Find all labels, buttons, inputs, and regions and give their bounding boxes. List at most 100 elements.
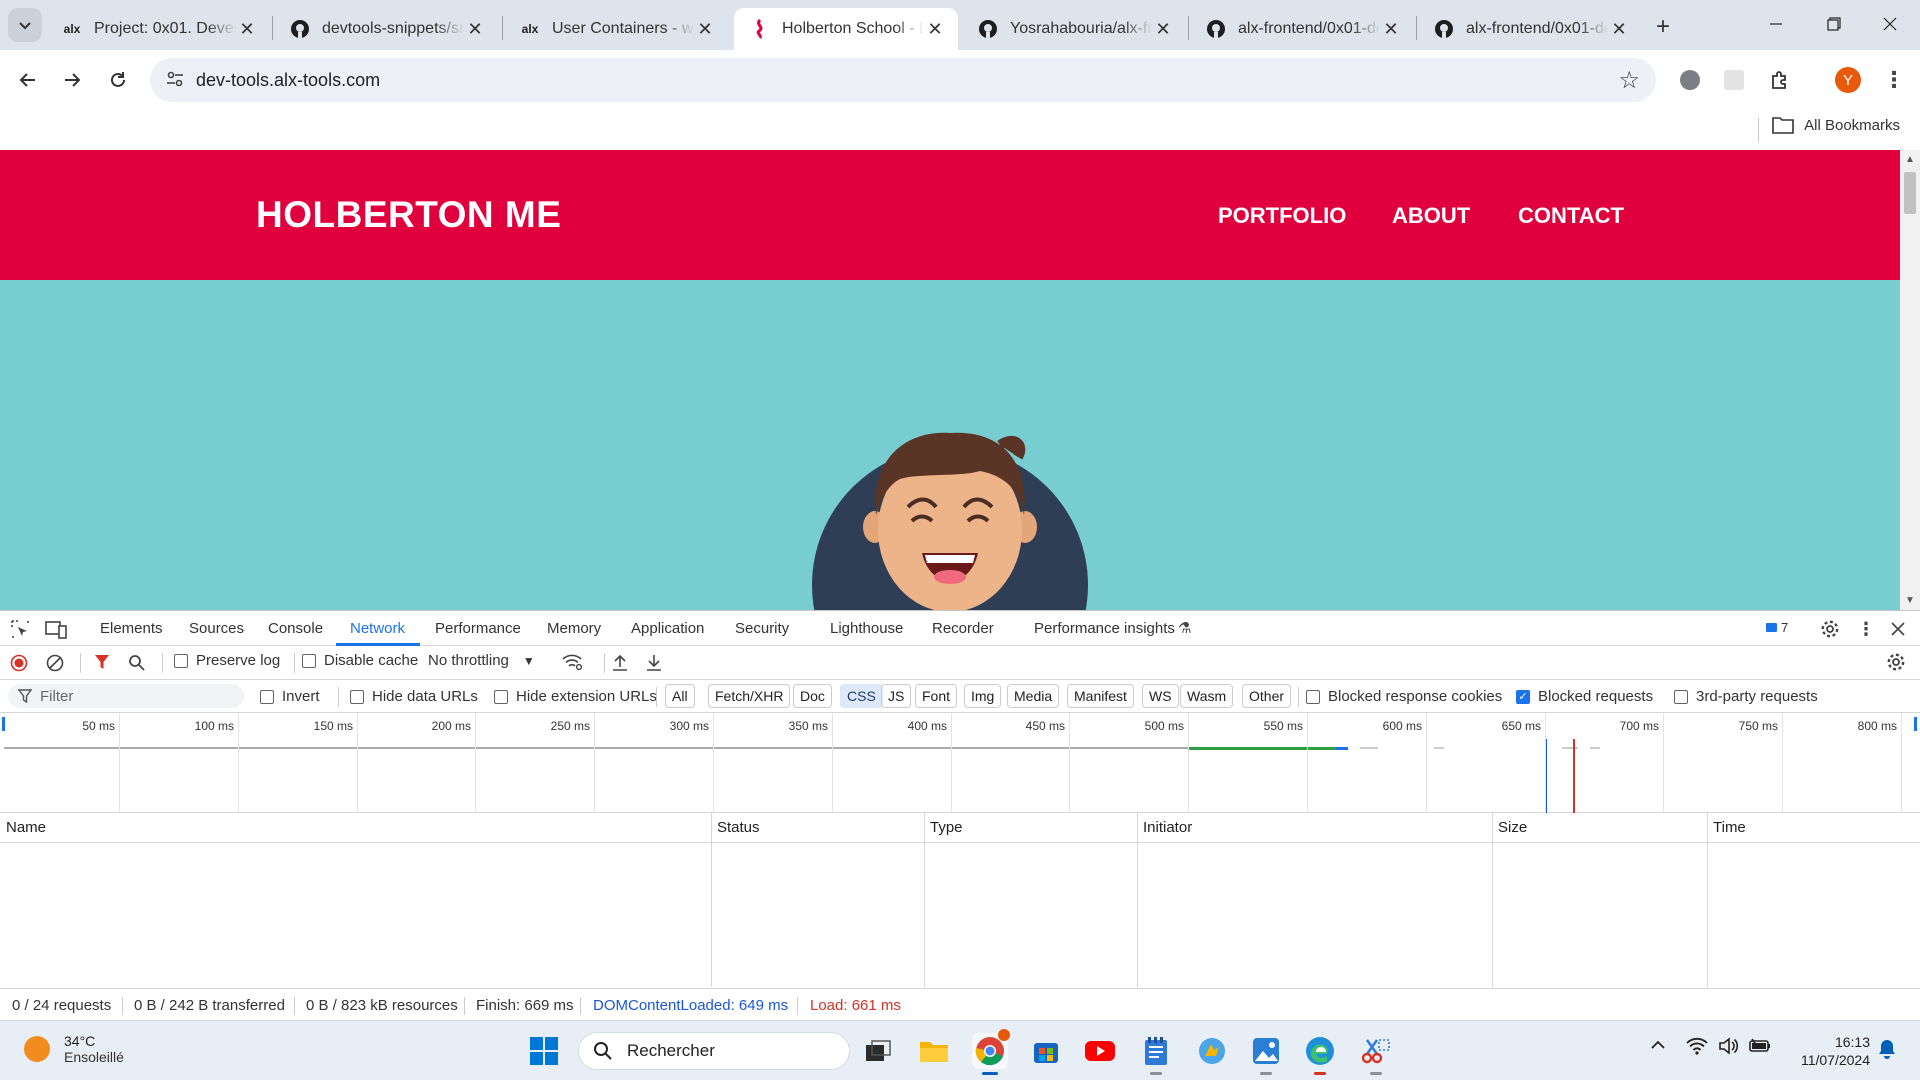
scroll-down-icon[interactable]: ▼ — [1905, 595, 1915, 606]
tab-network[interactable]: Network — [350, 620, 405, 637]
tab-search-button[interactable] — [8, 8, 42, 42]
close-icon[interactable]: ✕ — [236, 18, 258, 40]
browser-tab-active[interactable]: Holberton School - D ✕ — [734, 8, 958, 50]
filter-type-doc[interactable]: Doc — [793, 684, 832, 708]
inspect-element-icon[interactable] — [8, 617, 32, 641]
system-clock[interactable]: 16:13 11/07/2024 — [1801, 1033, 1870, 1069]
settings-icon[interactable] — [1818, 617, 1842, 641]
tab-console[interactable]: Console — [268, 620, 323, 637]
tab-memory[interactable]: Memory — [547, 620, 601, 637]
column-divider[interactable] — [1492, 813, 1493, 987]
close-icon[interactable]: ✕ — [1152, 18, 1174, 40]
close-icon[interactable]: ✕ — [1608, 18, 1630, 40]
search-button[interactable] — [128, 654, 146, 672]
third-party-requests-checkbox[interactable]: 3rd-party requests — [1674, 688, 1818, 705]
filter-type-other[interactable]: Other — [1242, 684, 1292, 708]
network-settings-button[interactable] — [1886, 652, 1906, 672]
edge-app[interactable] — [1302, 1033, 1338, 1075]
device-toolbar-icon[interactable] — [44, 617, 68, 641]
all-bookmarks-button[interactable]: All Bookmarks — [1772, 116, 1900, 134]
show-hidden-icons-chevron[interactable] — [1650, 1037, 1666, 1056]
file-explorer-app[interactable] — [916, 1033, 952, 1069]
hide-data-urls-checkbox[interactable]: Hide data URLs — [350, 688, 478, 705]
filter-type-manifest[interactable]: Manifest — [1067, 684, 1134, 708]
wifi-icon[interactable] — [1686, 1037, 1708, 1060]
back-button[interactable] — [10, 62, 46, 98]
weather-widget[interactable]: 34°C Ensoleillé — [24, 1033, 124, 1065]
disable-cache-checkbox[interactable]: Disable cache — [302, 652, 418, 669]
taskbar-search[interactable]: Rechercher — [578, 1032, 850, 1070]
network-overview-timeline[interactable]: 50 ms 100 ms 150 ms 200 ms 250 ms 300 ms 350 m… — [0, 713, 1920, 813]
chrome-app[interactable] — [972, 1029, 1010, 1075]
reload-button[interactable] — [100, 62, 136, 98]
hide-extension-urls-checkbox[interactable]: Hide extension URLs — [494, 688, 657, 705]
notepad-app[interactable] — [1138, 1033, 1174, 1075]
blocked-response-cookies-checkbox[interactable]: Blocked response cookies — [1306, 688, 1502, 705]
close-window-button[interactable] — [1860, 0, 1920, 48]
filter-toggle-button[interactable] — [94, 654, 110, 670]
tab-recorder[interactable]: Recorder — [932, 620, 994, 637]
column-divider[interactable] — [711, 813, 712, 987]
network-conditions-button[interactable] — [562, 653, 584, 671]
bookmark-star-icon[interactable]: ☆ — [1618, 66, 1640, 95]
youtube-app[interactable] — [1082, 1033, 1118, 1069]
column-header-name[interactable]: Name — [0, 813, 46, 843]
tab-application[interactable]: Application — [631, 620, 704, 637]
close-icon[interactable] — [1886, 617, 1910, 641]
volume-icon[interactable] — [1718, 1037, 1740, 1060]
browser-menu-button[interactable]: ⋮ — [1876, 62, 1912, 98]
browser-tab[interactable]: Yosrahabouria/alx-fr ✕ — [962, 8, 1186, 50]
browser-tab[interactable]: devtools-snippets/sn ✕ — [274, 8, 498, 50]
clear-button[interactable] — [46, 654, 64, 672]
browser-tab[interactable]: alx-frontend/0x01-de ✕ — [1190, 8, 1414, 50]
site-logo[interactable]: HOLBERTON ME — [256, 194, 561, 236]
filter-type-all[interactable]: All — [665, 684, 695, 708]
filter-type-ws[interactable]: WS — [1142, 684, 1179, 708]
minimize-button[interactable] — [1746, 0, 1806, 48]
export-har-button[interactable] — [646, 654, 662, 672]
new-tab-button[interactable]: + — [1648, 12, 1678, 42]
close-icon[interactable]: ✕ — [1380, 18, 1402, 40]
extensions-menu-button[interactable] — [1762, 62, 1798, 98]
notification-bell-icon[interactable] — [1878, 1039, 1896, 1064]
task-view-button[interactable] — [860, 1033, 896, 1069]
filter-type-font[interactable]: Font — [915, 684, 958, 708]
column-divider[interactable] — [1707, 813, 1708, 987]
restore-button[interactable] — [1804, 0, 1864, 48]
battery-icon[interactable] — [1748, 1037, 1772, 1060]
nav-link-contact[interactable]: CONTACT — [1518, 203, 1624, 229]
extension-button[interactable] — [1716, 62, 1752, 98]
tab-sources[interactable]: Sources — [189, 620, 244, 637]
overview-left-handle[interactable] — [2, 717, 5, 731]
scrollbar-thumb[interactable] — [1904, 172, 1916, 214]
site-info-icon[interactable] — [166, 70, 184, 88]
record-button[interactable] — [10, 654, 28, 672]
forward-button[interactable] — [54, 62, 90, 98]
preserve-log-checkbox[interactable]: Preserve log — [174, 652, 280, 669]
address-bar[interactable]: dev-tools.alx-tools.com ☆ — [150, 58, 1656, 102]
photos-app[interactable] — [1248, 1033, 1284, 1075]
column-header-type[interactable]: Type — [924, 813, 963, 843]
filter-type-js[interactable]: JS — [881, 684, 912, 708]
column-header-status[interactable]: Status — [711, 813, 760, 843]
close-icon[interactable]: ✕ — [464, 18, 486, 40]
more-vertical-icon[interactable]: ⋮ — [1854, 617, 1878, 641]
nav-link-portfolio[interactable]: PORTFOLIO — [1218, 203, 1346, 229]
tab-performance-insights[interactable]: Performance insights — [1034, 620, 1175, 637]
invert-checkbox[interactable]: Invert — [260, 688, 320, 705]
column-header-initiator[interactable]: Initiator — [1137, 813, 1192, 843]
column-header-time[interactable]: Time — [1707, 813, 1746, 843]
tab-elements[interactable]: Elements — [100, 620, 163, 637]
close-icon[interactable]: ✕ — [694, 18, 716, 40]
filter-type-media[interactable]: Media — [1007, 684, 1060, 708]
filter-input[interactable]: Filter — [8, 684, 244, 708]
microsoft-store-app[interactable] — [1028, 1033, 1064, 1069]
start-button[interactable] — [526, 1033, 562, 1069]
profile-button[interactable]: Y — [1830, 62, 1866, 98]
column-divider[interactable] — [924, 813, 925, 987]
column-header-size[interactable]: Size — [1492, 813, 1527, 843]
filter-type-wasm[interactable]: Wasm — [1180, 684, 1234, 708]
tab-lighthouse[interactable]: Lighthouse — [830, 620, 903, 637]
browser-tab[interactable]: alx Project: 0x01. Develo ✕ — [46, 8, 270, 50]
throttling-select[interactable]: No throttling ▼ — [428, 652, 535, 669]
